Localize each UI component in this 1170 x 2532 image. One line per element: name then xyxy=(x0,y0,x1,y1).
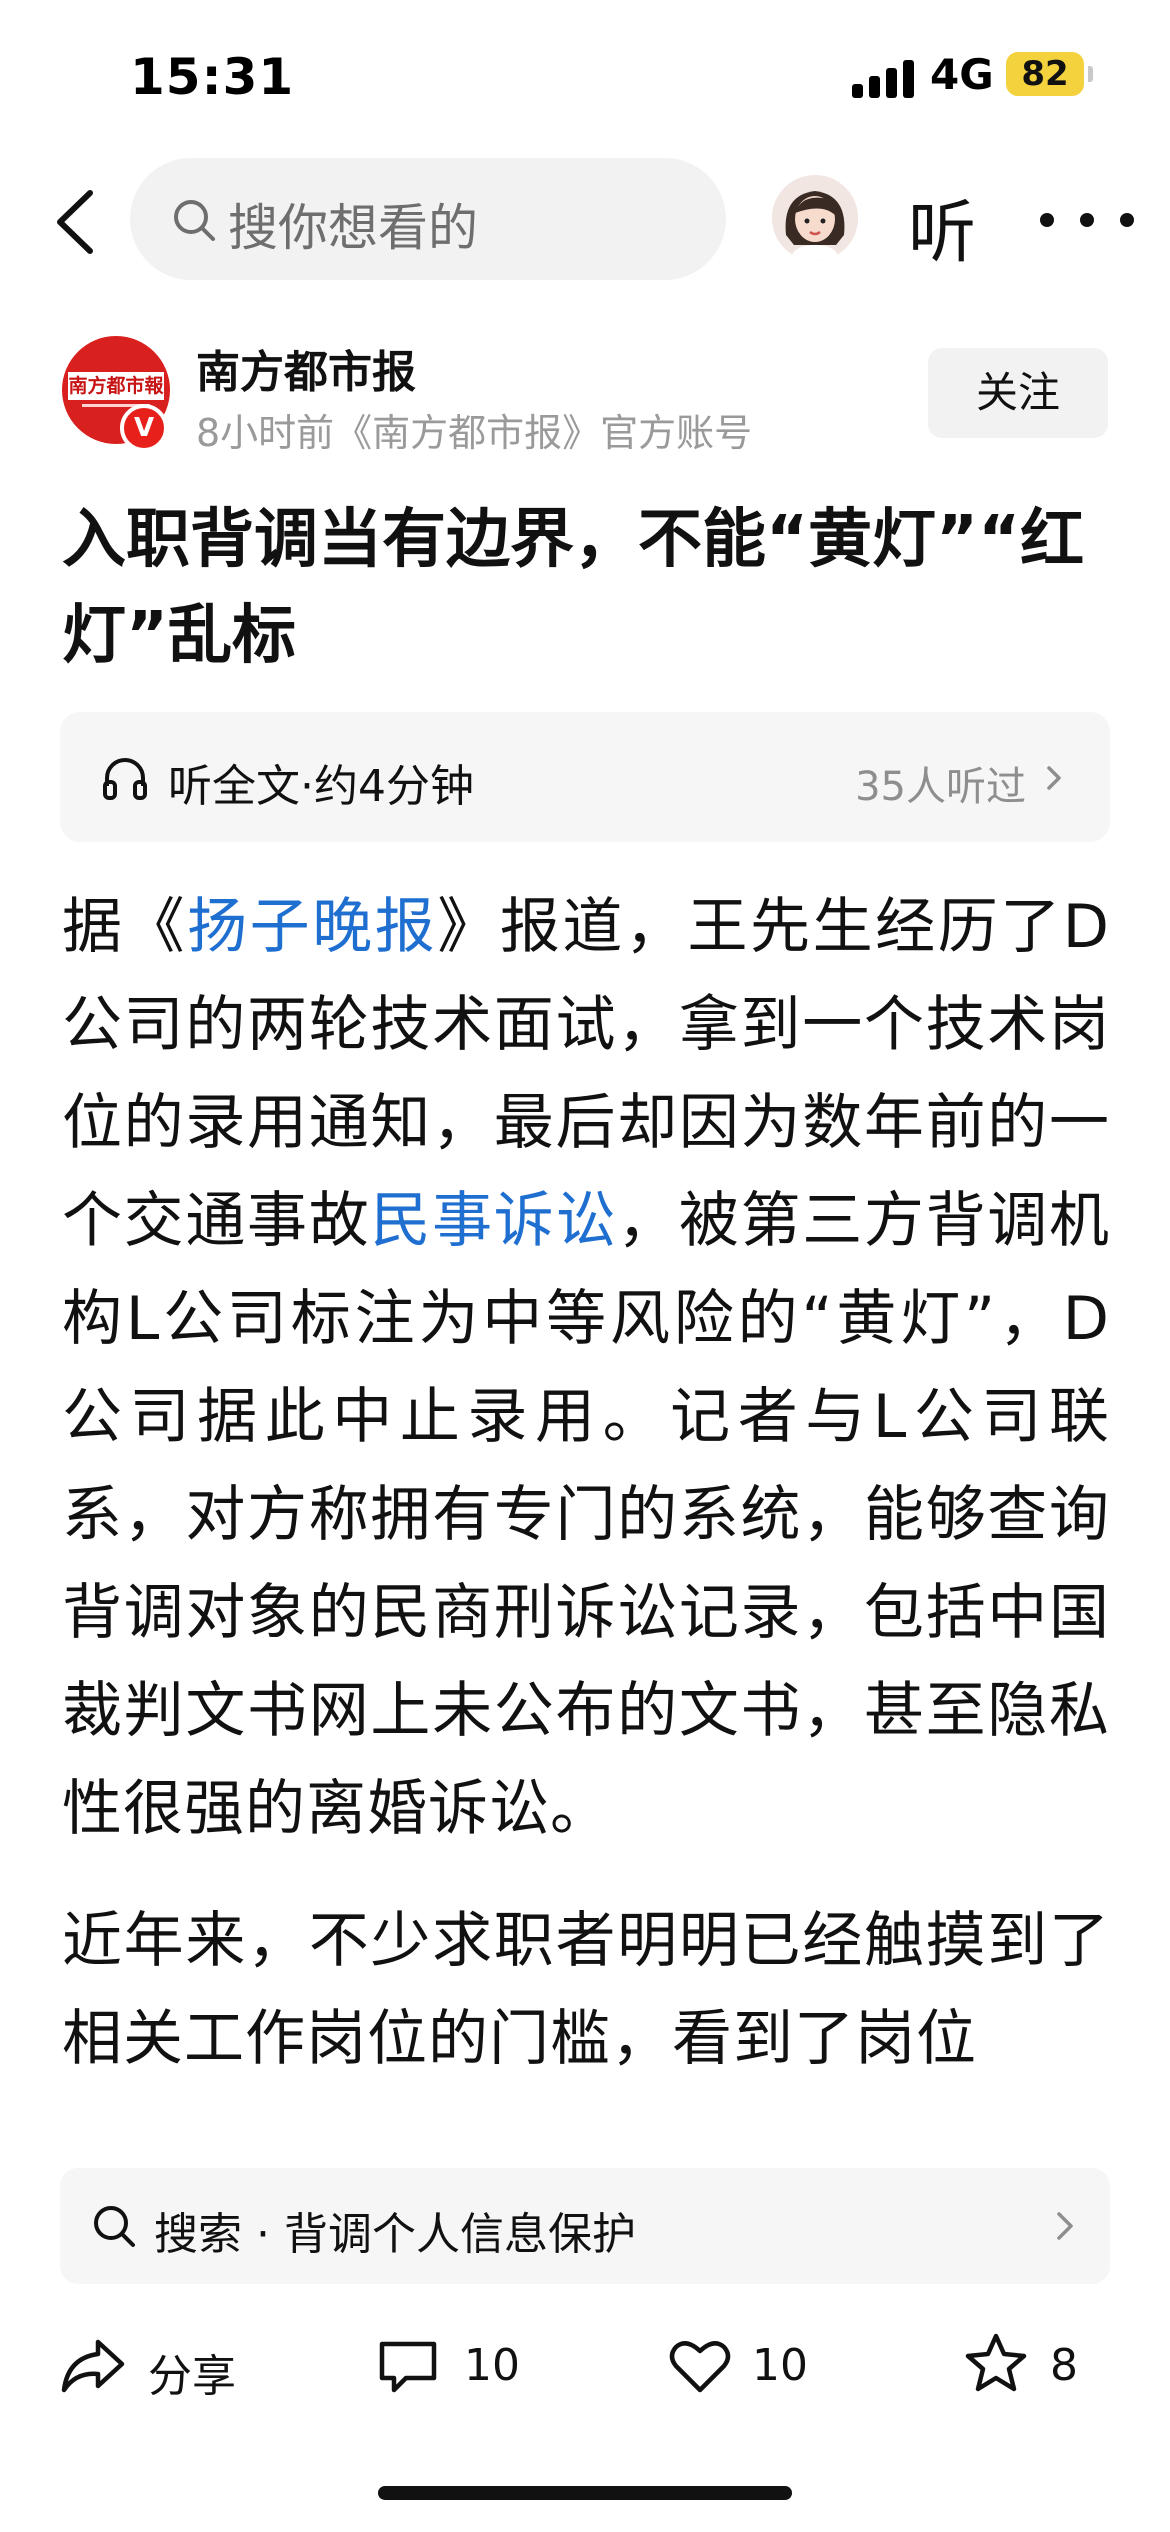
chevron-right-icon xyxy=(1047,766,1061,790)
top-nav: 搜你想看的 听 xyxy=(0,155,1170,285)
search-icon xyxy=(94,2206,135,2247)
related-search-text: 搜索 · 背调个人信息保护 xyxy=(154,2198,636,2262)
home-indicator[interactable] xyxy=(378,2486,792,2500)
related-search-bar[interactable]: 搜索 · 背调个人信息保护 xyxy=(60,2168,1110,2284)
network-type: 4G xyxy=(930,50,994,99)
follow-button[interactable]: 关注 xyxy=(928,348,1108,438)
status-bar: 15:31 4G 82 xyxy=(0,0,1170,150)
search-input[interactable]: 搜你想看的 xyxy=(130,158,726,280)
author-name[interactable]: 南方都市报 xyxy=(196,336,416,400)
paragraph: 据《扬子晚报》报道，王先生经历了D公司的两轮技术面试，拿到一个技术岗位的录用通知… xyxy=(62,878,1110,1858)
link-yangzi-evening-news[interactable]: 扬子晚报 xyxy=(187,892,437,962)
battery-cap xyxy=(1088,66,1093,82)
verified-badge-icon: V xyxy=(120,404,168,452)
author-meta: 8小时前《南方都市报》官方账号 xyxy=(196,411,753,455)
chevron-left-icon xyxy=(57,190,93,254)
listener-count: 35人听过 xyxy=(855,764,1026,810)
listen-button[interactable]: 听 xyxy=(908,177,976,276)
share-button[interactable]: 分享 xyxy=(60,2310,260,2420)
search-separator: · xyxy=(256,2209,270,2260)
favorite-count: 8 xyxy=(1050,2340,1078,2391)
heart-icon xyxy=(669,2341,731,2393)
article-body: 据《扬子晚报》报道，王先生经历了D公司的两轮技术面试，拿到一个技术岗位的录用通知… xyxy=(62,878,1110,2146)
headphones-icon xyxy=(103,758,147,800)
comment-count: 10 xyxy=(464,2340,520,2391)
link-civil-litigation[interactable]: 民事诉讼 xyxy=(370,1186,617,1256)
like-count: 10 xyxy=(752,2340,808,2391)
star-icon xyxy=(965,2333,1027,2392)
listen-full-text-label: 听全文·约4分钟 xyxy=(168,761,474,812)
reader-avatar-icon xyxy=(772,175,858,261)
status-time: 15:31 xyxy=(130,48,295,106)
share-icon xyxy=(61,2339,125,2393)
signal-icon xyxy=(852,58,916,98)
chevron-right-icon xyxy=(1057,2212,1073,2240)
share-label: 分享 xyxy=(148,2351,236,2402)
back-button[interactable] xyxy=(40,177,110,267)
action-bar: 分享 10 10 8 xyxy=(0,2310,1170,2420)
body-fade-overlay xyxy=(0,2106,1170,2160)
search-prefix: 搜索 xyxy=(154,2209,242,2260)
comment-button[interactable]: 10 xyxy=(376,2310,536,2420)
more-icon[interactable] xyxy=(1040,213,1150,233)
paragraph: 近年来，不少求职者明明已经触摸到了相关工作岗位的门槛，看到了岗位 xyxy=(62,1906,1110,2074)
paragraph-text: 据《 xyxy=(62,892,188,962)
search-placeholder: 搜你想看的 xyxy=(228,199,478,257)
battery-icon: 82 xyxy=(1006,52,1084,96)
comment-icon xyxy=(379,2341,437,2393)
search-query: 背调个人信息保护 xyxy=(284,2209,636,2260)
paragraph-text: ，被第三方背调机构L公司标注为中等风险的“黄灯”，D公司据此中止录用。记者与L公… xyxy=(62,1186,1110,1844)
publisher-logo-text: 南方都市報 xyxy=(68,372,164,400)
avatar[interactable] xyxy=(772,175,858,261)
article-title: 入职背调当有边界，不能“黄灯”“红灯”乱标 xyxy=(62,503,1085,673)
listen-full-text-bar[interactable]: 听全文·约4分钟 35人听过 xyxy=(60,712,1110,842)
favorite-button[interactable]: 8 xyxy=(964,2310,1104,2420)
search-icon xyxy=(174,200,215,241)
like-button[interactable]: 10 xyxy=(668,2310,828,2420)
